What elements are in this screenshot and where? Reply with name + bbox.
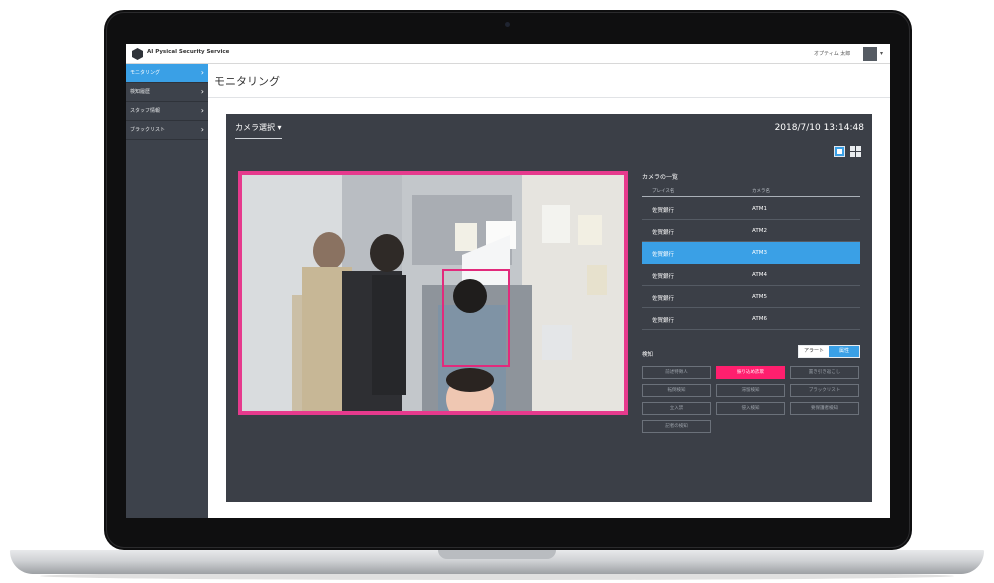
column-header-camera: カメラ名 bbox=[752, 189, 770, 194]
detection-filter-button[interactable]: 要保護者検知 bbox=[790, 402, 859, 415]
detection-filter-button[interactable]: 立入禁 bbox=[642, 402, 711, 415]
detection-filter-button[interactable]: 記者の検知 bbox=[642, 420, 711, 433]
chevron-right-icon: › bbox=[200, 68, 204, 77]
person-detection-box bbox=[442, 269, 510, 367]
toggle-alert[interactable]: アラート bbox=[799, 346, 829, 357]
place-cell: 佐賀銀行 bbox=[652, 208, 675, 214]
camera-feed[interactable] bbox=[238, 171, 628, 415]
chevron-right-icon: › bbox=[200, 106, 204, 115]
column-header-place: プレイス名 bbox=[652, 189, 675, 194]
camera-cell: ATM1 bbox=[752, 206, 767, 212]
page-title: モニタリング bbox=[214, 75, 280, 88]
current-datetime: 2018/7/10 13:14:48 bbox=[774, 123, 864, 133]
camera-list-row[interactable]: 佐賀銀行 ATM1 bbox=[642, 198, 860, 220]
camera-cell: ATM4 bbox=[752, 272, 767, 278]
chevron-right-icon: › bbox=[200, 125, 204, 134]
sidebar-item-detection-history[interactable]: 検知履歴 › bbox=[126, 83, 208, 102]
detection-filter-button[interactable]: 転倒検知 bbox=[642, 384, 711, 397]
camera-list-row[interactable]: 佐賀銀行 ATM4 bbox=[642, 264, 860, 286]
camera-list-row-selected[interactable]: 佐賀銀行 ATM3 bbox=[642, 242, 860, 264]
detection-label: 検知 bbox=[642, 352, 654, 358]
sidebar: モニタリング › 検知履歴 › スタッフ情報 › ブラックリスト › bbox=[126, 64, 208, 518]
top-bar: AI Pysical Security Service オプティム 太郎 ▾ bbox=[126, 44, 890, 64]
camera-cell: ATM5 bbox=[752, 294, 767, 300]
app-logo-icon bbox=[132, 48, 143, 60]
place-cell: 佐賀銀行 bbox=[652, 252, 675, 258]
sidebar-item-staff[interactable]: スタッフ情報 › bbox=[126, 102, 208, 121]
avatar[interactable] bbox=[863, 47, 877, 61]
camera-list-title: カメラの一覧 bbox=[642, 174, 679, 181]
camera-feed-image bbox=[242, 175, 624, 411]
sidebar-item-label: 検知履歴 bbox=[130, 89, 151, 95]
laptop-notch bbox=[438, 550, 556, 559]
app-screen: AI Pysical Security Service オプティム 太郎 ▾ モ… bbox=[126, 44, 890, 518]
detection-filter-button[interactable]: 前述特徴人 bbox=[642, 366, 711, 379]
app-title: AI Pysical Security Service bbox=[147, 49, 230, 55]
detection-mode-toggle[interactable]: アラート 属性 bbox=[798, 345, 860, 358]
webcam-dot bbox=[505, 22, 510, 27]
place-cell: 佐賀銀行 bbox=[652, 318, 675, 324]
sidebar-item-label: モニタリング bbox=[130, 70, 161, 76]
place-cell: 佐賀銀行 bbox=[652, 230, 675, 236]
sidebar-item-label: ブラックリスト bbox=[130, 127, 166, 133]
detection-filter-button[interactable]: ブラックリスト bbox=[790, 384, 859, 397]
main-header: モニタリング bbox=[208, 64, 890, 98]
sidebar-item-monitoring[interactable]: モニタリング › bbox=[126, 64, 208, 83]
user-name[interactable]: オプティム 太郎 bbox=[814, 50, 850, 57]
chevron-down-icon[interactable]: ▾ bbox=[880, 50, 883, 57]
sidebar-item-label: スタッフ情報 bbox=[130, 108, 161, 114]
monitoring-panel: カメラ選択 ▾ 2018/7/10 13:14:48 カメラの一覧 プレイス名 … bbox=[226, 114, 872, 502]
single-view-icon[interactable] bbox=[834, 146, 845, 157]
camera-cell: ATM3 bbox=[752, 250, 767, 256]
place-cell: 佐賀銀行 bbox=[652, 274, 675, 280]
chevron-right-icon: › bbox=[200, 87, 204, 96]
grid-view-icon[interactable] bbox=[850, 146, 861, 157]
camera-select-dropdown[interactable]: カメラ選択 ▾ bbox=[235, 122, 282, 139]
toggle-attribute[interactable]: 属性 bbox=[829, 346, 859, 357]
place-cell: 佐賀銀行 bbox=[652, 296, 675, 302]
detection-filter-button[interactable]: 置き引き返こし bbox=[790, 366, 859, 379]
camera-list-row[interactable]: 佐賀銀行 ATM6 bbox=[642, 308, 860, 330]
detection-filter-button[interactable]: 滞留検知 bbox=[716, 384, 785, 397]
detection-filter-button-active[interactable]: 振り込め詐欺 bbox=[716, 366, 785, 379]
camera-cell: ATM6 bbox=[752, 316, 767, 322]
camera-list-row[interactable]: 佐賀銀行 ATM2 bbox=[642, 220, 860, 242]
camera-cell: ATM2 bbox=[752, 228, 767, 234]
camera-list-header: プレイス名 カメラ名 bbox=[642, 186, 860, 197]
sidebar-item-blacklist[interactable]: ブラックリスト › bbox=[126, 121, 208, 140]
detection-filter-button[interactable]: 侵入検知 bbox=[716, 402, 785, 415]
camera-list-row[interactable]: 佐賀銀行 ATM5 bbox=[642, 286, 860, 308]
